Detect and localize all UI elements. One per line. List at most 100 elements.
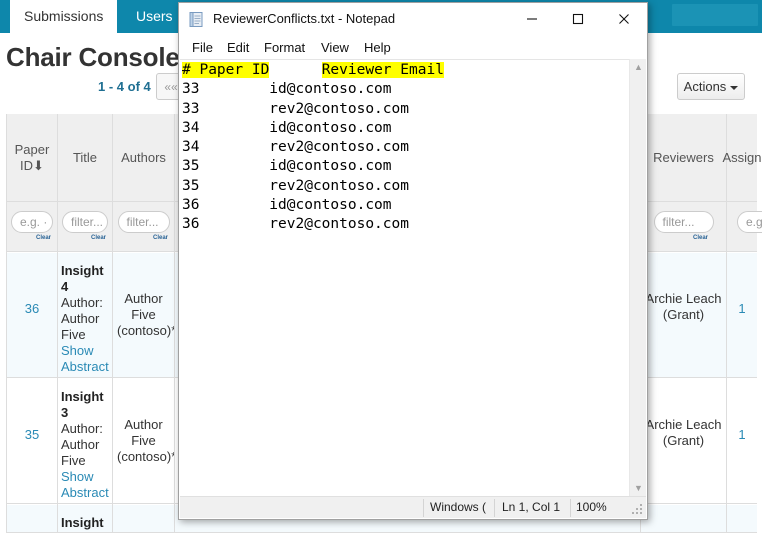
column-header-paper-id-label: Paper ID [14, 141, 50, 173]
notepad-titlebar[interactable]: ReviewerConflicts.txt - Notepad [179, 3, 647, 36]
chevron-down-icon[interactable]: ▼ [630, 480, 647, 497]
notepad-line: 34 rev2@contoso.com [182, 139, 409, 156]
filter-clear-reviewers[interactable]: Clear [693, 235, 708, 241]
cell-paper-id[interactable]: 35 [25, 427, 39, 442]
statusbar-encoding: Windows ( [430, 500, 487, 514]
filter-clear-authors[interactable]: Clear [153, 235, 168, 241]
column-header-title[interactable]: Title [58, 114, 112, 202]
table-row: 1 [727, 379, 757, 504]
menu-format[interactable]: Format [259, 39, 310, 56]
statusbar-position: Ln 1, Col 1 [502, 500, 561, 514]
nav-tab-submissions[interactable]: Submissions [10, 0, 118, 33]
nav-tab-submissions-label: Submissions [24, 8, 104, 24]
filter-clear-title[interactable]: Clear [91, 235, 106, 241]
notepad-header-col1: # Paper ID [182, 62, 270, 78]
page-title: Chair Console [6, 42, 180, 72]
cell-reviewers: Archie Leach (Grant) [645, 417, 722, 448]
column-header-authors-label: Authors [121, 149, 166, 165]
column-header-assign-label: Assign [722, 149, 762, 165]
table-row: 35 [7, 379, 57, 504]
table-column-paper-id: Paper ID⬇ e.g. · Clear 36 35 [7, 114, 58, 533]
cell-assign[interactable]: 1 [738, 427, 745, 442]
notepad-line: 35 rev2@contoso.com [182, 177, 409, 194]
notepad-line: 36 id@contoso.com [182, 197, 392, 214]
cell-title[interactable]: Insight 3 [61, 389, 109, 421]
filter-clear-paper-id[interactable]: Clear [36, 235, 51, 241]
cell-title[interactable]: Insight 4 [61, 263, 109, 295]
close-icon [619, 14, 629, 24]
filter-input-authors[interactable]: filter... [117, 211, 170, 233]
table-row: 36 [7, 253, 57, 378]
table-column-reviewers: Reviewers filter... Clear Archie Leach (… [641, 114, 727, 533]
column-header-authors[interactable]: Authors [113, 114, 174, 202]
table-row: Author Five (contoso)* [113, 253, 174, 378]
notepad-line: 35 id@contoso.com [182, 158, 392, 175]
notepad-line: 36 rev2@contoso.com [182, 216, 409, 233]
cell-reviewers: Archie Leach (Grant) [645, 291, 722, 322]
table-row [641, 505, 726, 533]
table-row: Insight 2 [58, 505, 112, 533]
table-column-assign: Assign e.g. < 1 1 [722, 114, 762, 533]
minimize-button[interactable] [509, 3, 555, 35]
sort-desc-icon: ⬇ [33, 157, 44, 173]
cell-title[interactable]: Insight 2 [61, 515, 109, 532]
column-header-paper-id[interactable]: Paper ID⬇ [7, 114, 57, 202]
cell-authors: Author Five (contoso)* [117, 291, 174, 338]
table-row: Author Five (contoso)* [113, 379, 174, 504]
notepad-line: 33 id@contoso.com [182, 81, 392, 98]
statusbar-divider [494, 499, 495, 517]
close-button[interactable] [601, 3, 647, 35]
filter-input-paper-id[interactable]: e.g. · [11, 211, 53, 233]
menu-view[interactable]: View [316, 39, 354, 56]
statusbar-divider [423, 499, 424, 517]
cell-author-prefix: Author: [61, 295, 103, 310]
notepad-header-line: # Paper ID Reviewer Email [182, 61, 629, 80]
table-row: Insight 4 Author: Author Five Show Abstr… [58, 253, 112, 378]
minimize-icon [527, 18, 537, 20]
chevron-up-icon[interactable]: ▲ [630, 59, 647, 76]
nav-right-item[interactable] [672, 4, 758, 26]
notepad-text-area[interactable]: # Paper ID Reviewer Email 33 id@contoso.… [180, 59, 629, 497]
table-row [113, 505, 174, 533]
notepad-window: ReviewerConflicts.txt - Notepad File Edi… [178, 2, 648, 520]
actions-button-label: Actions [683, 79, 727, 94]
resize-grip[interactable] [632, 504, 643, 515]
filter-input-title[interactable]: filter... [62, 211, 108, 233]
cell-author-prefix: Author: [61, 421, 103, 436]
actions-button[interactable]: Actions [677, 73, 745, 100]
table-row: Archie Leach (Grant) [641, 253, 726, 378]
table-column-authors: Authors filter... Clear Author Five (con… [113, 114, 175, 533]
notepad-title-text: ReviewerConflicts.txt - Notepad [213, 11, 396, 26]
column-header-assign[interactable]: Assign [722, 114, 762, 202]
column-filter-assign: e.g. < [727, 202, 762, 252]
maximize-button[interactable] [555, 3, 601, 35]
column-filter-reviewers: filter... Clear [641, 202, 726, 252]
cell-show-abstract-link[interactable]: Show Abstract [61, 469, 109, 501]
statusbar-divider [570, 499, 571, 517]
notepad-statusbar: Windows ( Ln 1, Col 1 100% [180, 496, 646, 518]
notepad-vertical-scrollbar[interactable]: ▲ ▼ [629, 59, 646, 497]
filter-input-assign[interactable]: e.g. < [737, 211, 762, 233]
menu-help[interactable]: Help [359, 39, 396, 56]
pagination-count: 1 - 4 of 4 [98, 79, 151, 94]
table-column-title: Title filter... Clear Insight 4 Author: … [58, 114, 113, 533]
chevron-down-icon [730, 85, 739, 90]
column-header-reviewers-label: Reviewers [653, 149, 714, 165]
table-row: 1 [727, 253, 757, 378]
notepad-menubar: File Edit Format View Help [179, 36, 647, 59]
cell-assign[interactable]: 1 [738, 301, 745, 316]
column-header-reviewers[interactable]: Reviewers [641, 114, 726, 202]
menu-file[interactable]: File [187, 39, 218, 56]
table-row: Insight 3 Author: Author Five Show Abstr… [58, 379, 112, 504]
menu-edit[interactable]: Edit [222, 39, 254, 56]
column-filter-authors: filter... Clear [113, 202, 174, 252]
filter-input-reviewers[interactable]: filter... [653, 211, 714, 233]
column-header-title-label: Title [72, 149, 98, 165]
statusbar-zoom: 100% [576, 500, 607, 514]
cell-show-abstract-link[interactable]: Show Abstract [61, 343, 109, 375]
table-row [7, 505, 57, 533]
table-row: Archie Leach (Grant) [641, 379, 726, 504]
column-filter-paper-id: e.g. · Clear [7, 202, 57, 252]
column-filter-title: filter... Clear [58, 202, 112, 252]
cell-paper-id[interactable]: 36 [25, 301, 39, 316]
